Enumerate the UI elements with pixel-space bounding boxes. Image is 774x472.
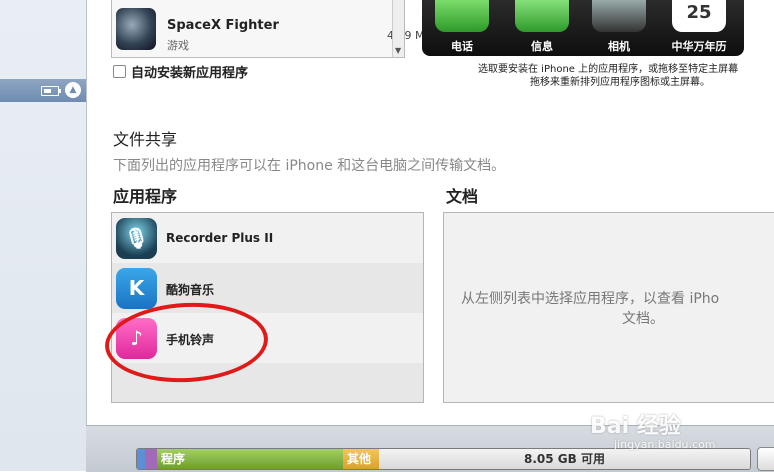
file-sharing-title: 文件共享 [113, 130, 178, 149]
eject-icon[interactable]: ▲ [65, 82, 81, 98]
phone-app-icon[interactable] [435, 0, 489, 32]
watermark-url: jingyan.baidu.com [614, 438, 716, 451]
documents-empty-message: 从左侧列表中选择应用程序，以查看 iPho 文档。 [461, 289, 774, 329]
messages-app-label: 信息 [531, 40, 553, 53]
baidu-watermark: Bai 经验 jingyan.baidu.com [590, 408, 716, 451]
phone-home-preview[interactable]: 25 电话 信息 相机 中华万年历 [422, 0, 744, 56]
app-label: 酷狗音乐 [166, 283, 215, 297]
docs-header: 文档 [446, 187, 479, 206]
docs-empty-line-2: 文档。 [622, 311, 664, 327]
sidebar: ▲ [0, 0, 87, 471]
hint-line-2: 拖移来重新排列应用程序图标或主屏幕。 [530, 77, 710, 88]
battery-icon [41, 86, 61, 96]
auto-install-option[interactable]: 自动安装新应用程序 [113, 62, 248, 81]
app-list-scrollbar[interactable]: ▼ [392, 0, 404, 57]
app-category: 游戏 [167, 39, 189, 52]
apps-header: 应用程序 [113, 187, 178, 206]
auto-install-label: 自动安装新应用程序 [131, 66, 249, 81]
app-name: SpaceX Fighter [167, 18, 279, 33]
capacity-bar: 程序 其他 8.05 GB 可用 [136, 448, 751, 470]
sync-button[interactable] [757, 447, 774, 471]
calendar-app-icon[interactable]: 25 [672, 0, 726, 32]
scroll-down-icon[interactable]: ▼ [395, 46, 401, 55]
free-space-segment: 8.05 GB 可用 [379, 449, 750, 469]
microphone-icon: 🎙 [116, 218, 157, 259]
apps-segment: 程序 [157, 449, 343, 469]
file-sharing-description: 下面列出的应用程序可以在 iPhone 和这台电脑之间传输文档。 [113, 158, 506, 174]
auto-install-checkbox[interactable] [113, 65, 126, 78]
audio-segment [137, 449, 145, 469]
phone-app-label: 电话 [451, 40, 473, 53]
app-list: SpaceX Fighter 游戏 40.9 MB 移除 ▼ [111, 0, 491, 58]
calendar-app-label: 中华万年历 [671, 40, 727, 53]
kugou-k-icon: K [116, 268, 157, 309]
hint-line-1: 选取要安装在 iPhone 上的应用程序，或拖移至特定主屏幕 [478, 64, 739, 75]
docs-empty-line-1: 从左侧列表中选择应用程序，以查看 iPho [461, 291, 720, 307]
device-row[interactable]: ▲ [0, 79, 86, 102]
app-label: Recorder Plus II [166, 231, 274, 245]
camera-app-icon[interactable] [592, 0, 646, 32]
watermark-text: Bai 经验 [590, 414, 681, 439]
other-segment: 其他 [343, 449, 379, 469]
home-screen-hint: 选取要安装在 iPhone 上的应用程序，或拖移至特定主屏幕 拖移来重新排列应用… [478, 63, 774, 89]
video-segment [145, 449, 157, 469]
list-item[interactable]: 🎙 Recorder Plus II [112, 213, 423, 263]
messages-app-icon[interactable] [515, 0, 569, 32]
camera-app-label: 相机 [608, 40, 630, 53]
spacex-fighter-icon [116, 8, 156, 50]
